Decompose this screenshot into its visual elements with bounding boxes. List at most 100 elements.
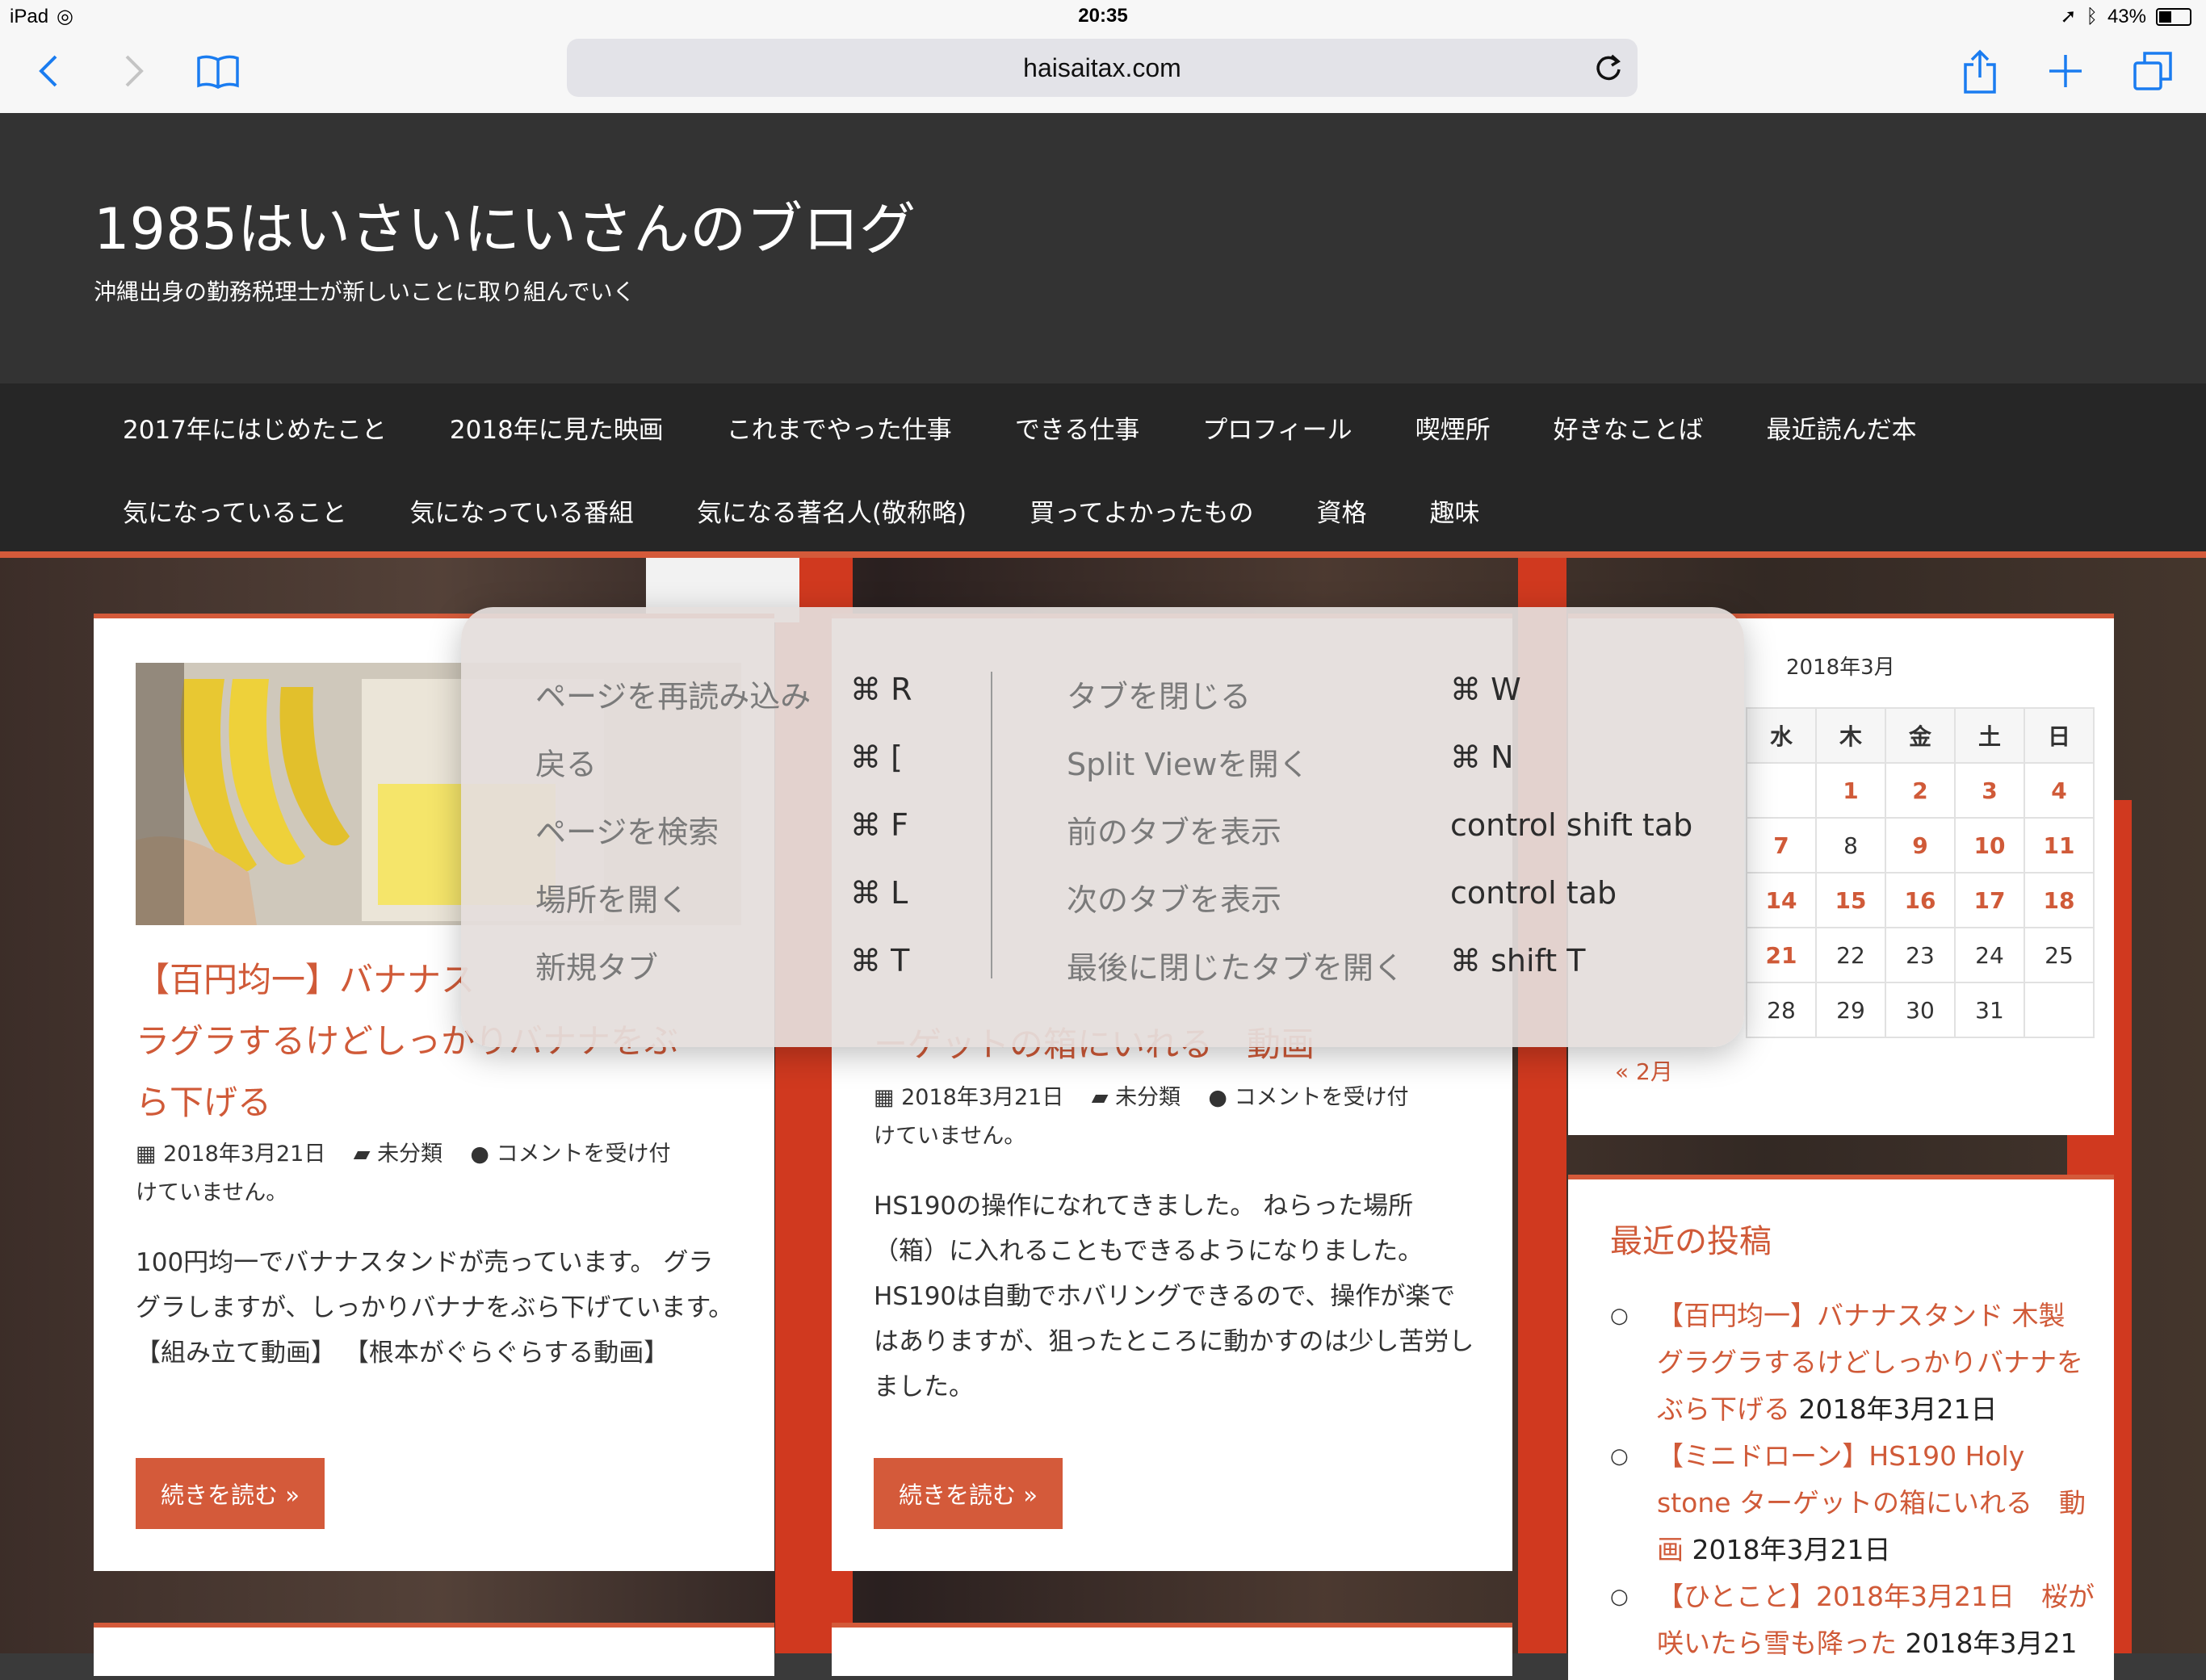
calendar-day: 8: [1815, 817, 1886, 874]
shortcut-key: ⌘ L: [850, 875, 908, 911]
recent-posts-list: 【百円均一】バナナスタンド 木製 グラグラするけどしっかりバナナをぶら下げる 2…: [1610, 1292, 2095, 1667]
chevron-left-icon: [39, 55, 57, 87]
recent-post-date: 2018年3月21日: [1798, 1393, 1998, 1425]
calendar-day[interactable]: 21: [1746, 927, 1817, 983]
recent-post-date: 2018年3月21日: [1692, 1534, 1891, 1565]
calendar-day: [2024, 982, 2095, 1038]
shortcut-label: 戻る: [535, 747, 598, 782]
calendar-day[interactable]: 1: [1815, 762, 1886, 819]
reload-icon[interactable]: [1592, 52, 1625, 84]
calendar-day: 29: [1815, 982, 1886, 1038]
calendar-day: [1746, 762, 1817, 819]
back-button[interactable]: [24, 47, 73, 95]
shortcut-column-right: タブを閉じる ⌘ W Split Viewを開く ⌘ N 前のタブを表示 contro…: [1067, 672, 1713, 1011]
share-button[interactable]: [1956, 47, 2004, 95]
new-tab-button[interactable]: [2041, 47, 2090, 95]
post-excerpt: 100円均一でバナナスタンドが売っています。 グラグラしますが、しっかりバナナを…: [136, 1248, 734, 1368]
calendar-day: 23: [1885, 927, 1956, 983]
calendar-day[interactable]: 3: [1954, 762, 2025, 819]
calendar-table: 水 木 金 土 日 1 2 3 4 7 8 9 10 11 14 15 16 1…: [1746, 707, 2095, 1038]
nav-item[interactable]: できる仕事: [1015, 409, 1139, 446]
post-category[interactable]: 未分類: [377, 1142, 442, 1167]
shortcut-row: Split Viewを開く ⌘ N: [1067, 739, 1713, 807]
calendar-day: 30: [1885, 982, 1956, 1038]
calendar-day[interactable]: 16: [1885, 872, 1956, 928]
tabs-button[interactable]: [2128, 47, 2177, 95]
nav-item[interactable]: 最近読んだ本: [1767, 409, 1917, 446]
chevron-right-icon: [125, 55, 144, 87]
nav-item[interactable]: 喫煙所: [1415, 409, 1491, 446]
plus-icon: [2049, 55, 2082, 87]
shortcut-label: 次のタブを表示: [1067, 882, 1282, 918]
nav-item[interactable]: これまでやった仕事: [727, 409, 952, 446]
shortcut-row: 次のタブを表示 control tab: [1067, 875, 1713, 943]
post-date[interactable]: 2018年3月21日: [163, 1142, 325, 1167]
keyboard-shortcuts-overlay: ページを再読み込み ⌘ R 戻る ⌘ [ ページを検索 ⌘ F 場所を開く ⌘ L 新規…: [461, 607, 1744, 1047]
shortcut-divider: [991, 672, 992, 978]
widget-title: 最近の投稿: [1610, 1223, 1772, 1260]
shortcut-row: タブを閉じる ⌘ W: [1067, 672, 1713, 739]
location-icon: ➚: [2060, 6, 2077, 27]
tabs-icon: [2133, 52, 2172, 90]
book-icon: [197, 55, 239, 89]
shortcut-label: ページを検索: [535, 815, 719, 850]
nav-item[interactable]: 資格: [1317, 492, 1367, 529]
post-card: [832, 1623, 1512, 1676]
nav-item[interactable]: 好きなことば: [1554, 409, 1704, 446]
nav-item[interactable]: 買ってよかったもの: [1030, 492, 1253, 529]
calendar-day[interactable]: 15: [1815, 872, 1886, 928]
shortcut-row: 場所を開く ⌘ L: [535, 875, 939, 943]
shortcut-row: 最後に閉じたタブを開く ⌘ shift T: [1067, 943, 1713, 1011]
nav-row: 2017年にはじめたこと 2018年に見た映画 これまでやった仕事 できる仕事 …: [123, 409, 1980, 446]
comment-icon: ●: [1208, 1085, 1227, 1110]
calendar-day[interactable]: 18: [2024, 872, 2095, 928]
browser-toolbar: haisaitax.com: [0, 32, 2206, 114]
nav-item[interactable]: 気になっている番組: [409, 492, 633, 529]
forward-button[interactable]: [110, 47, 158, 95]
battery-percent: 43%: [2107, 5, 2146, 27]
calendar-day[interactable]: 17: [1954, 872, 2025, 928]
calendar-weekday: 金: [1885, 707, 1956, 764]
calendar-day[interactable]: 9: [1885, 817, 1956, 874]
calendar-day[interactable]: 2: [1885, 762, 1956, 819]
nav-item[interactable]: プロフィール: [1202, 409, 1352, 446]
calendar-day[interactable]: 4: [2024, 762, 2095, 819]
post-meta: ▦ 2018年3月21日 ▰ 未分類 ● コメントを受け付 けていません。: [874, 1079, 1487, 1156]
calendar-day: 25: [2024, 927, 2095, 983]
nav-item[interactable]: 趣味: [1430, 492, 1480, 529]
post-card: [94, 1623, 774, 1676]
address-bar[interactable]: haisaitax.com: [567, 39, 1638, 97]
nav-item[interactable]: 気になっていること: [123, 492, 346, 529]
read-more-button[interactable]: 続きを読む »: [136, 1458, 325, 1529]
calendar-weekday: 水: [1746, 707, 1817, 764]
calendar-icon: ▦: [874, 1085, 895, 1110]
url-text: haisaitax.com: [1023, 52, 1181, 82]
bookmarks-button[interactable]: [194, 47, 242, 95]
calendar-prev-link[interactable]: « 2月: [1615, 1054, 1673, 1087]
post-title-line: ら下げる: [136, 1083, 272, 1122]
post-comments: コメントを受け付: [496, 1142, 671, 1167]
post-meta: ▦ 2018年3月21日 ▰ 未分類 ● コメントを受け付 けていません。: [136, 1135, 749, 1213]
main-navigation: 2017年にはじめたこと 2018年に見た映画 これまでやった仕事 できる仕事 …: [0, 383, 2206, 558]
nav-item[interactable]: 2017年にはじめたこと: [123, 409, 387, 446]
shortcut-label: Split Viewを開く: [1067, 747, 1310, 782]
shortcut-label: 新規タブ: [535, 950, 659, 986]
calendar-day[interactable]: 10: [1954, 817, 2025, 874]
calendar-weekday: 土: [1954, 707, 2025, 764]
post-category[interactable]: 未分類: [1115, 1085, 1181, 1110]
post-date[interactable]: 2018年3月21日: [901, 1085, 1063, 1110]
calendar-week: 21 22 23 24 25: [1746, 927, 2095, 983]
read-more-button[interactable]: 続きを読む »: [874, 1458, 1063, 1529]
shortcut-label: タブを閉じる: [1067, 679, 1252, 714]
site-title[interactable]: 1985はいさいにいさんのブログ: [94, 184, 916, 266]
shortcut-key: ⌘ W: [1450, 672, 1521, 707]
calendar-day[interactable]: 14: [1746, 872, 1817, 928]
shortcut-key: ⌘ N: [1450, 739, 1514, 775]
nav-item[interactable]: 2018年に見た映画: [450, 409, 664, 446]
calendar-day: 28: [1746, 982, 1817, 1038]
calendar-caption: 2018年3月: [1786, 656, 1895, 680]
calendar-week: 14 15 16 17 18: [1746, 872, 2095, 928]
calendar-day[interactable]: 7: [1746, 817, 1817, 874]
nav-item[interactable]: 気になる著名人(敬称略): [697, 492, 967, 529]
calendar-day[interactable]: 11: [2024, 817, 2095, 874]
